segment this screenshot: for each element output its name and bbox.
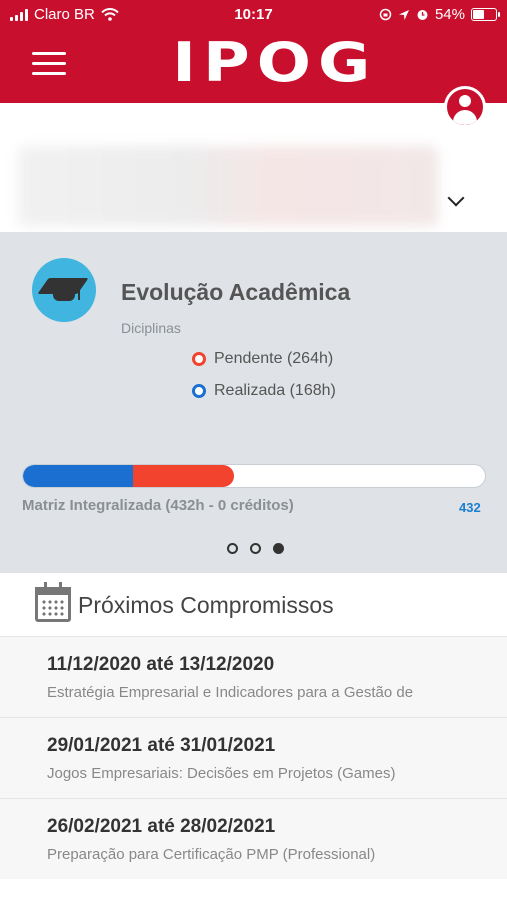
carousel-pagination xyxy=(227,543,284,554)
alarm-icon xyxy=(417,10,428,20)
carousel-dot[interactable] xyxy=(250,543,261,554)
list-item[interactable]: 26/02/2021 até 28/02/2021 Preparação para… xyxy=(0,798,507,879)
appointments-list: 11/12/2020 até 13/12/2020 Estratégia Empr… xyxy=(0,636,507,879)
appointment-description: Estratégia Empresarial e Indicadores par… xyxy=(47,684,414,701)
menu-button[interactable] xyxy=(32,52,66,76)
appointment-date: 29/01/2021 até 31/01/2021 xyxy=(47,735,276,756)
list-item[interactable]: 11/12/2020 até 13/12/2020 Estratégia Empr… xyxy=(0,636,507,717)
legend-pending: Pendente (264h) xyxy=(192,350,333,368)
upcoming-section: Próximos Compromissos 11/12/2020 até 13/… xyxy=(0,573,507,900)
course-selector[interactable] xyxy=(0,140,507,232)
carousel-dot[interactable] xyxy=(227,543,238,554)
progress-done-segment xyxy=(23,465,133,487)
ipog-logo: IPOG xyxy=(172,31,378,94)
profile-button[interactable] xyxy=(444,86,486,128)
status-bar: Claro BR 10:17 54% xyxy=(0,0,507,30)
legend-pending-label: Pendente (264h) xyxy=(214,350,334,367)
battery-percent: 54% xyxy=(434,6,465,23)
progress-pending-segment xyxy=(132,465,235,487)
total-hours: 432 xyxy=(459,500,481,515)
chevron-down-icon[interactable] xyxy=(447,189,465,207)
legend-done: Realizada (168h) xyxy=(192,382,336,400)
course-selector-blurred-content xyxy=(18,146,438,226)
curriculum-progress-bar xyxy=(22,464,486,488)
done-marker-icon xyxy=(192,384,206,398)
appointment-description: Jogos Empresariais: Decisões em Projetos… xyxy=(47,765,396,782)
battery-icon xyxy=(471,8,500,21)
user-icon xyxy=(459,95,471,107)
app-header: Claro BR 10:17 54% IPOG xyxy=(0,0,507,103)
screen-rotation-lock-icon xyxy=(379,8,392,21)
calendar-icon xyxy=(35,582,71,622)
matrix-label: Matriz Integralizada (432h - 0 créditos) xyxy=(22,497,294,514)
list-item[interactable]: 29/01/2021 até 31/01/2021 Jogos Empresari… xyxy=(0,717,507,798)
graduation-cap-icon xyxy=(32,258,96,322)
card-subtitle: Diciplinas xyxy=(121,320,181,336)
pending-marker-icon xyxy=(192,352,206,366)
section-title: Próximos Compromissos xyxy=(78,592,334,618)
card-title: Evolução Acadêmica xyxy=(121,279,351,305)
academic-progress-card: Evolução Acadêmica Diciplinas Pendente (… xyxy=(0,232,507,573)
appointment-date: 11/12/2020 até 13/12/2020 xyxy=(47,654,275,675)
appointment-date: 26/02/2021 até 28/02/2021 xyxy=(47,816,276,837)
legend-done-label: Realizada (168h) xyxy=(214,382,336,399)
appointment-description: Preparação para Certificação PMP (Profes… xyxy=(47,846,376,863)
carousel-dot[interactable] xyxy=(273,543,284,554)
location-icon xyxy=(398,9,409,20)
